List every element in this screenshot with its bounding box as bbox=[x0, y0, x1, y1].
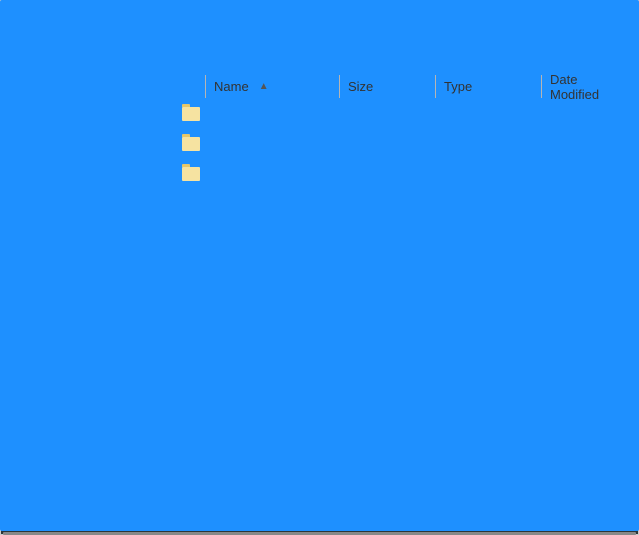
column-label: Date Modified bbox=[550, 75, 630, 102]
column-label: Name bbox=[214, 79, 249, 94]
folder-icon bbox=[182, 167, 200, 181]
column-header-date[interactable]: Date Modified bbox=[542, 75, 638, 98]
column-label: Type bbox=[444, 79, 472, 94]
column-header-name[interactable]: Name ▲ bbox=[206, 75, 340, 98]
column-header-size[interactable]: Size bbox=[340, 75, 436, 98]
column-header-type[interactable]: Type bbox=[436, 75, 542, 98]
sidebar-item-computer[interactable]: Computer bbox=[1, 161, 155, 191]
select-source-window: Select Source F:\ forev bbox=[0, 0, 639, 535]
folder-icon bbox=[182, 137, 200, 151]
column-header-spacer bbox=[156, 75, 206, 98]
body-area: forev Libraries Computer Name ▲ Size bbox=[1, 75, 638, 490]
sidebar: forev Libraries Computer bbox=[1, 75, 156, 490]
column-header-row: Name ▲ Size Type Date Modified bbox=[156, 75, 638, 99]
sort-ascending-icon: ▲ bbox=[259, 81, 269, 92]
column-label: Size bbox=[348, 79, 373, 94]
folder-icon bbox=[182, 107, 200, 121]
